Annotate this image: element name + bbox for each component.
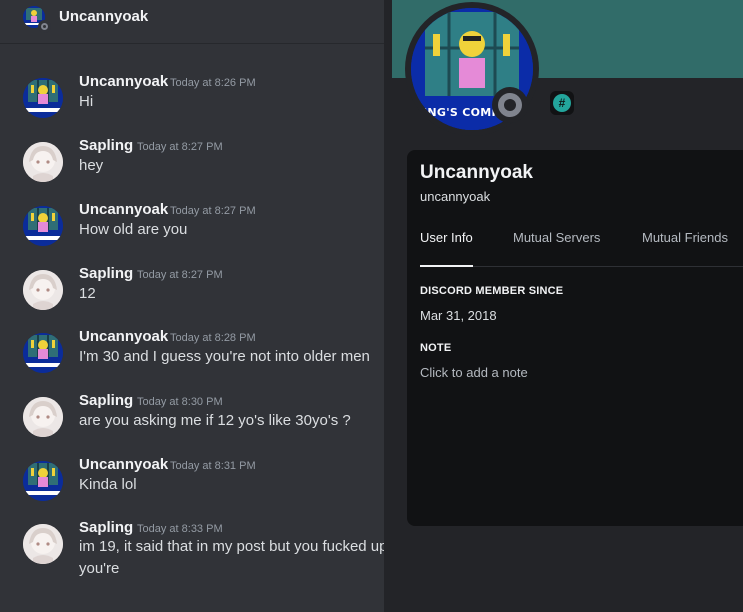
message[interactable]: Uncannyoak Today at 8:31 PM Kinda lol — [0, 455, 384, 515]
message-author[interactable]: Uncannyoak — [79, 201, 168, 218]
message-author[interactable]: Uncannyoak — [79, 328, 168, 345]
offline-status-icon — [38, 20, 51, 33]
chat-header-title: Uncannyoak — [59, 8, 149, 25]
message-text: How old are you — [79, 221, 188, 238]
chat-header: Uncannyoak — [0, 0, 384, 44]
member-since-title: DISCORD MEMBER SINCE — [420, 285, 564, 297]
message-timestamp: Today at 8:27 PM — [137, 141, 223, 153]
message-author[interactable]: Sapling — [79, 519, 133, 536]
avatar[interactable] — [23, 142, 63, 182]
avatar[interactable] — [23, 206, 63, 246]
message-text: Kinda lol — [79, 476, 137, 493]
message-timestamp: Today at 8:26 PM — [170, 77, 256, 89]
message[interactable]: Uncannyoak Today at 8:28 PM I'm 30 and I… — [0, 327, 384, 387]
message-author[interactable]: Uncannyoak — [79, 73, 168, 90]
note-title: NOTE — [420, 342, 452, 354]
message-timestamp: Today at 8:27 PM — [137, 269, 223, 281]
avatar[interactable] — [23, 333, 63, 373]
chat-pane: Uncannyoak Uncannyoak Today at 8:26 PM H… — [0, 0, 388, 612]
message-author[interactable]: Sapling — [79, 137, 133, 154]
message-timestamp: Today at 8:31 PM — [170, 460, 256, 472]
message-timestamp: Today at 8:30 PM — [137, 396, 223, 408]
avatar[interactable] — [23, 78, 63, 118]
avatar[interactable] — [23, 397, 63, 437]
tab-user-info[interactable]: User Info — [420, 230, 473, 245]
avatar[interactable] — [23, 270, 63, 310]
message-timestamp: Today at 8:27 PM — [170, 205, 256, 217]
message[interactable]: Sapling Today at 8:30 PM are you asking … — [0, 391, 384, 451]
avatar[interactable] — [23, 461, 63, 501]
message-author[interactable]: Sapling — [79, 392, 133, 409]
message-text: I'm 30 and I guess you're not into older… — [79, 348, 370, 365]
profile-display-name: Uncannyoak — [420, 162, 533, 183]
message-timestamp: Today at 8:28 PM — [170, 332, 256, 344]
hashtag-icon: # — [553, 94, 571, 112]
message[interactable]: Uncannyoak Today at 8:26 PM Hi — [0, 72, 384, 132]
message[interactable]: Sapling Today at 8:33 PM im 19, it said … — [0, 518, 388, 598]
note-input[interactable]: Click to add a note — [420, 365, 528, 380]
avatar[interactable] — [23, 524, 63, 564]
message-author[interactable]: Uncannyoak — [79, 456, 168, 473]
message-text: 12 — [79, 285, 96, 302]
message-text: are you asking me if 12 yo's like 30yo's… — [79, 412, 351, 429]
profile-card: Uncannyoak uncannyoak User Info Mutual S… — [407, 150, 743, 526]
message-text: im 19, it said that in my post but you f… — [79, 538, 388, 577]
profile-username: uncannyoak — [420, 189, 491, 204]
tab-mutual-servers[interactable]: Mutual Servers — [513, 230, 600, 245]
user-profile-popout: ING'S COMING # Uncannyoak uncannyoak Use… — [384, 0, 743, 612]
active-tab-indicator — [420, 265, 473, 267]
message[interactable]: Sapling Today at 8:27 PM 12 — [0, 264, 384, 324]
message-text: Hi — [79, 93, 94, 110]
message-author[interactable]: Sapling — [79, 265, 133, 282]
message[interactable]: Sapling Today at 8:27 PM hey — [0, 136, 384, 196]
message[interactable]: Uncannyoak Today at 8:27 PM How old are … — [0, 200, 384, 260]
offline-status-icon — [498, 93, 522, 117]
message-timestamp: Today at 8:33 PM — [137, 523, 223, 535]
divider — [384, 0, 392, 78]
hashtag-badge-icon[interactable]: # — [550, 91, 574, 115]
message-text: hey — [79, 157, 104, 174]
member-since-date: Mar 31, 2018 — [420, 308, 497, 323]
tab-mutual-friends[interactable]: Mutual Friends — [642, 230, 728, 245]
